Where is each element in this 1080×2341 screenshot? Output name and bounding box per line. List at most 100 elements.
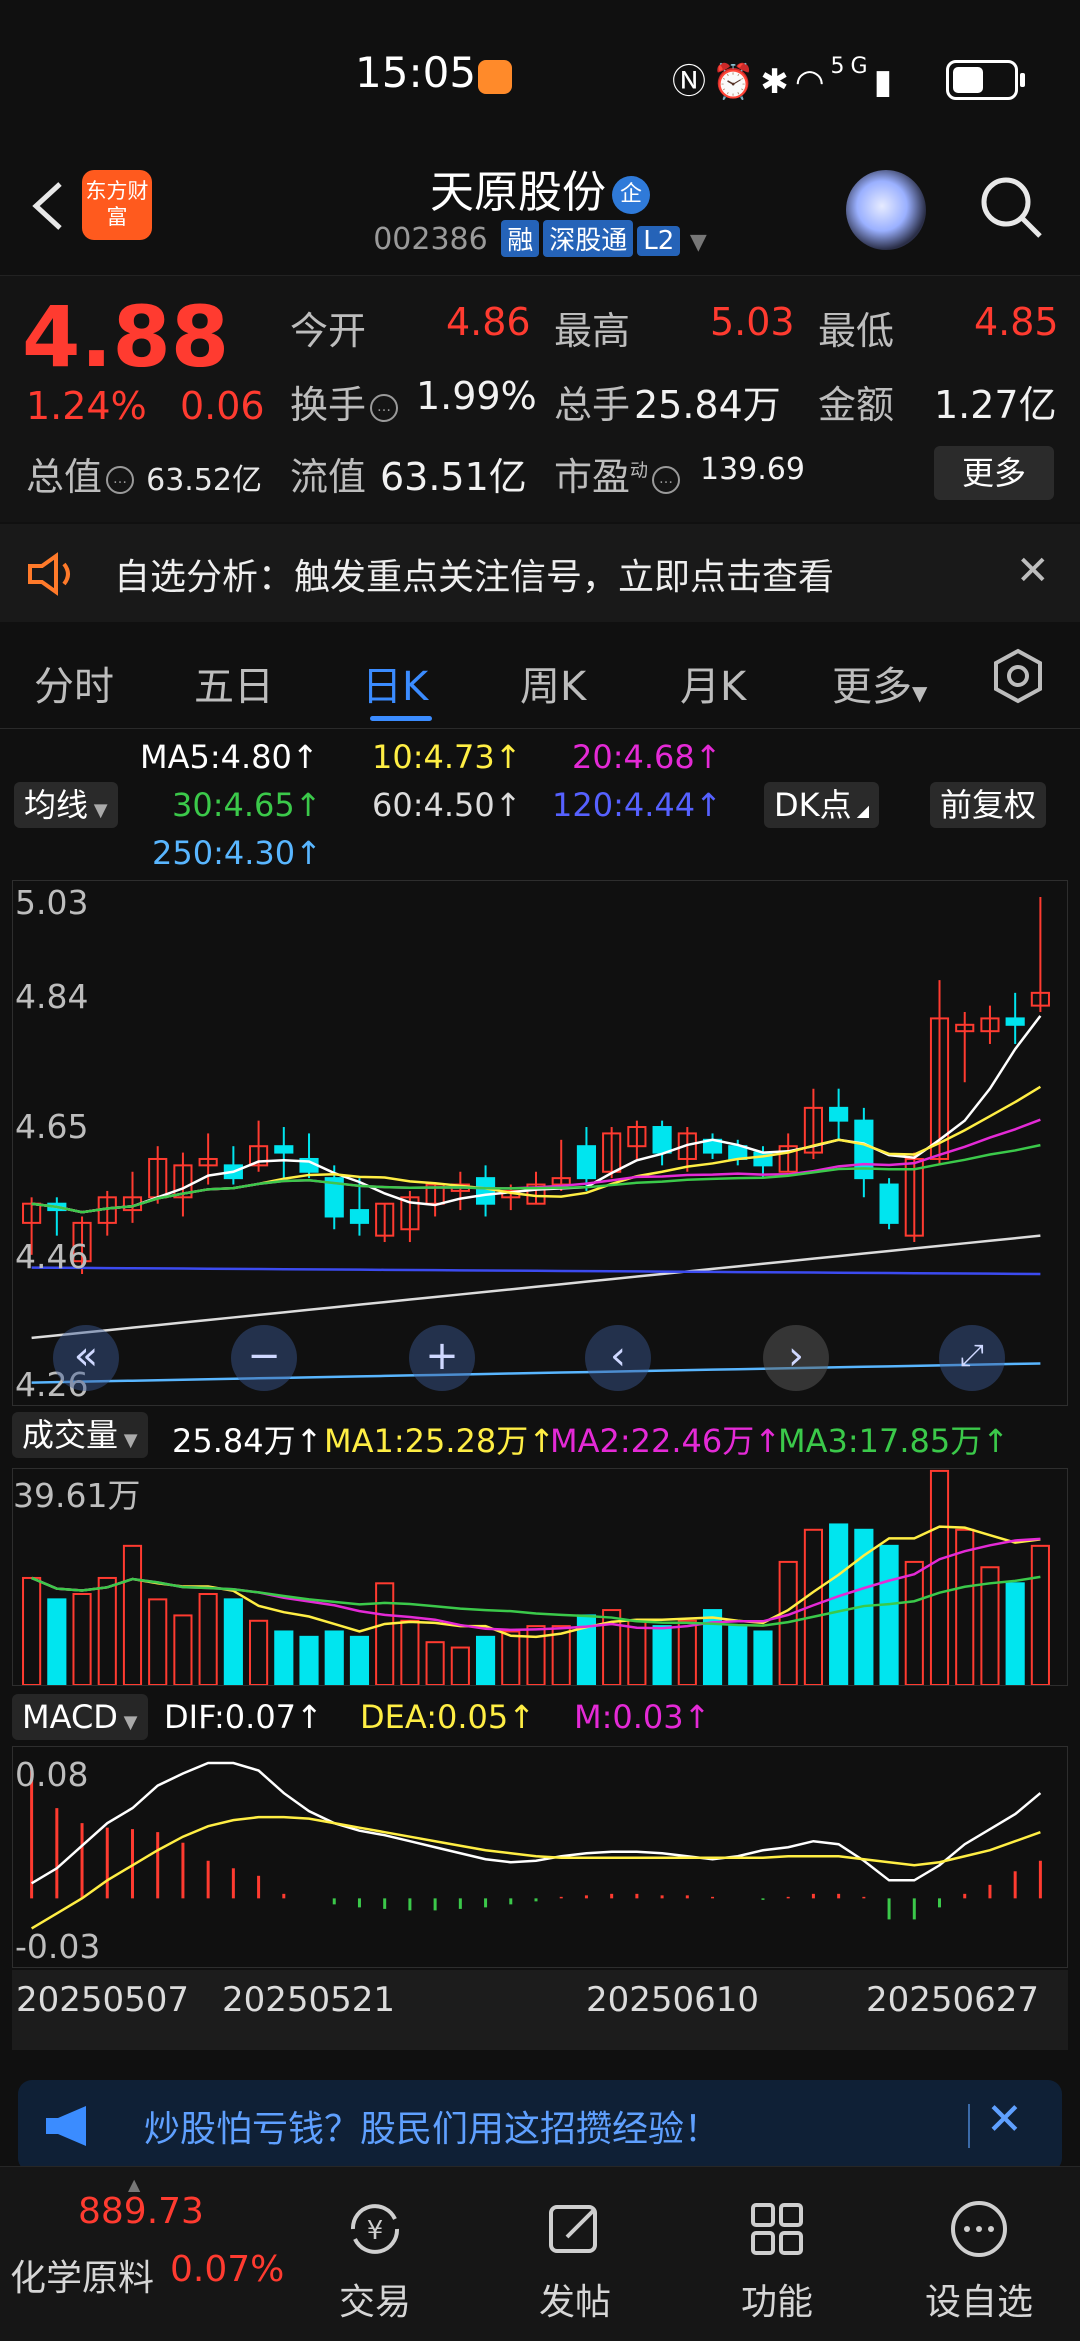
volume-bar: [249, 1619, 269, 1685]
nav-trade-label: 交易: [338, 2282, 411, 2323]
fullscreen-button[interactable]: ⤢: [939, 1325, 1005, 1391]
adjust-button[interactable]: 前复权: [930, 782, 1047, 828]
info-icon: …: [370, 393, 399, 422]
network-label: 5G: [830, 54, 874, 79]
nav-add-watchlist[interactable]: 设自选: [904, 2177, 1054, 2325]
assistant-avatar[interactable]: [846, 170, 926, 250]
scroll-left-fast-button[interactable]: «: [53, 1325, 119, 1391]
more-button[interactable]: 更多: [934, 446, 1054, 500]
volume-bar: [627, 1619, 647, 1685]
volume-bar: [728, 1625, 748, 1685]
open-label: 今开: [290, 309, 367, 353]
candle-body: [274, 1145, 294, 1154]
macd-dif: DIF:0.07↑: [164, 1698, 323, 1736]
notice-bar[interactable]: 自选分析：触发重点关注信号，立即点击查看 ✕: [0, 524, 1080, 622]
tab-daily-k[interactable]: 日K: [362, 654, 428, 712]
gear-icon[interactable]: [990, 648, 1046, 704]
scroll-right-button[interactable]: ›: [763, 1325, 829, 1391]
zoom-out-button[interactable]: −: [231, 1325, 297, 1391]
search-button[interactable]: [976, 172, 1046, 242]
close-icon[interactable]: ✕: [986, 2094, 1023, 2145]
candle-body: [475, 1177, 496, 1205]
last-price: 4.88: [22, 288, 230, 386]
kline-axis-4: 4.46: [15, 1237, 89, 1276]
ma250-label: 250:4.30↑: [152, 834, 322, 872]
info-icon: …: [652, 465, 681, 494]
volume-bar: [1005, 1582, 1025, 1685]
edit-icon: [549, 2205, 597, 2253]
nfc-icon: Ⓝ: [672, 62, 712, 102]
volume-bar: [375, 1582, 395, 1685]
nav-trade[interactable]: ¥ 交易: [300, 2177, 450, 2325]
kline-axis-3: 4.65: [15, 1107, 89, 1146]
macd-m: M:0.03↑: [574, 1698, 711, 1736]
ad-banner[interactable]: 炒股怕亏钱？股民们用这招攒经验！ ✕: [18, 2080, 1062, 2172]
volume-bar: [22, 1576, 42, 1685]
index-name: 化学原料: [10, 2258, 155, 2299]
nav-features-label: 功能: [740, 2282, 813, 2323]
ma120-label: 120:4.44↑: [552, 786, 722, 824]
bluetooth-icon: ✱: [760, 62, 795, 102]
volume-ma1: MA1:25.28万↑: [324, 1422, 556, 1460]
caret-down-icon: ▼: [88, 800, 108, 821]
kline-panel[interactable]: 5.03 4.84 4.65 4.46 4.26 « − + ‹ › ⤢: [12, 880, 1068, 1406]
date-axis: 20250507 20250521 20250610 20250627: [12, 1970, 1068, 2050]
kline-chart[interactable]: [13, 881, 1067, 1405]
ma120-line: [31, 1266, 1041, 1276]
volume-bar: [904, 1560, 924, 1685]
status-bar: 15:05 Ⓝ⏰✱◠5G▮: [0, 0, 1080, 150]
index-change: 0.07%: [170, 2249, 285, 2290]
volume-selector[interactable]: 成交量 ▼: [12, 1412, 148, 1458]
tab-more[interactable]: 更多▼: [832, 654, 927, 712]
candle-body: [879, 1183, 899, 1224]
ma-selector[interactable]: 均线 ▼: [14, 782, 118, 828]
nav-add-watchlist-label: 设自选: [924, 2282, 1033, 2323]
ad-text: 炒股怕亏钱？股民们用这招攒经验！: [144, 2109, 721, 2150]
yen-exchange-icon: ¥: [350, 2204, 400, 2254]
tab-monthly-k[interactable]: 月K: [680, 654, 746, 712]
volume-value: 25.84万: [634, 383, 781, 427]
ma60-label: 60:4.50↑: [372, 786, 522, 824]
tag-level2: L2: [637, 226, 681, 256]
volume-bar: [929, 1469, 950, 1685]
volume-bar: [148, 1598, 168, 1685]
ma-selector-label: 均线: [24, 786, 89, 824]
caret-down-icon: ▼: [912, 681, 928, 705]
volume-bar: [274, 1630, 294, 1685]
caret-down-icon: ▼: [117, 1712, 138, 1733]
kline-axis-2: 4.84: [15, 977, 89, 1016]
dk-point-button[interactable]: DK点 ◢: [764, 782, 880, 828]
volume-bar: [425, 1641, 445, 1685]
tab-intraday[interactable]: 分时: [34, 654, 114, 712]
caret-down-icon[interactable]: ▼: [690, 230, 707, 255]
macd-panel[interactable]: 0.08 -0.03: [12, 1746, 1068, 1968]
candle-body: [576, 1145, 597, 1180]
total-value[interactable]: 总值… 63.52亿: [26, 446, 262, 501]
volume-bar: [72, 1593, 92, 1685]
macd-top-label: 0.08: [15, 1755, 89, 1794]
volume-bar: [324, 1630, 344, 1685]
scroll-left-button[interactable]: ‹: [585, 1325, 651, 1391]
speaker-icon: [28, 552, 70, 596]
tab-five-day[interactable]: 五日: [194, 654, 274, 712]
total-value-number: 63.52亿: [146, 463, 262, 498]
info-icon: …: [106, 465, 135, 494]
stock-header: 东方财富 天原股份企 002386 融深股通 L2 ▼: [0, 150, 1080, 276]
float-value-label: 流值: [290, 455, 367, 499]
tab-weekly-k[interactable]: 周K: [520, 654, 586, 712]
macd-selector[interactable]: MACD ▼: [12, 1694, 148, 1740]
volume-value: 25.84万↑: [172, 1422, 323, 1460]
ma10-label: 10:4.73↑: [372, 738, 522, 776]
volume-bar: [753, 1630, 773, 1685]
volume-bar: [1030, 1544, 1050, 1685]
ma20-label: 20:4.68↑: [572, 738, 722, 776]
nav-post[interactable]: 发帖: [500, 2177, 650, 2325]
volume-panel[interactable]: 39.61万: [12, 1468, 1068, 1686]
close-icon[interactable]: ✕: [1016, 548, 1050, 594]
zoom-in-button[interactable]: +: [409, 1325, 475, 1391]
date-label-2: 20250521: [222, 1980, 396, 2020]
volume-bar: [122, 1544, 143, 1685]
index-ticker[interactable]: ▲ 889.73 化学原料 0.07%: [0, 2167, 284, 2337]
volume-bar: [173, 1614, 193, 1685]
nav-features[interactable]: 功能: [702, 2177, 852, 2325]
